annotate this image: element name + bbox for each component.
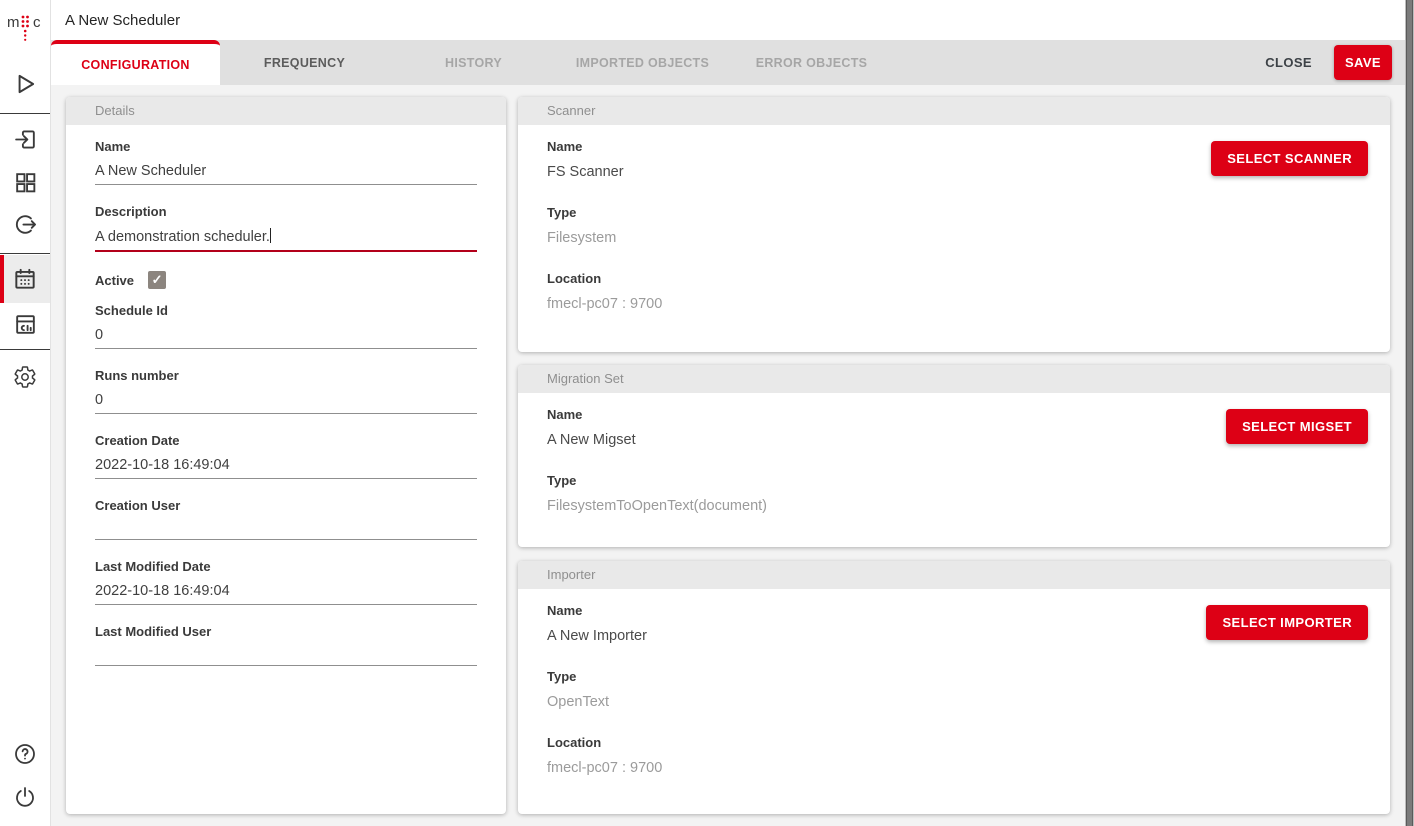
- logo-letter-c: c: [33, 14, 41, 31]
- creation-user-input[interactable]: [95, 522, 477, 540]
- field-label: Description: [95, 204, 477, 219]
- logout-icon: [13, 212, 38, 237]
- field-label: Active: [95, 273, 134, 288]
- field-label: Type: [547, 205, 1361, 220]
- importer-location-value: fmecl-pc07 : 9700: [547, 760, 1361, 777]
- scanner-card: Scanner SELECT SCANNER Name FS Scanner T…: [518, 97, 1390, 352]
- field-label: Type: [547, 669, 1361, 684]
- login-icon: [13, 127, 38, 152]
- name-field: Name A New Scheduler: [95, 139, 477, 185]
- top-bar: A New Scheduler: [51, 0, 1405, 40]
- scanner-type-field: Type Filesystem: [547, 205, 1361, 247]
- power-icon: [13, 785, 37, 809]
- close-button[interactable]: CLOSE: [1265, 55, 1312, 70]
- apps-grid-icon: [13, 170, 38, 195]
- migset-type-value: FilesystemToOpenText(document): [547, 498, 1361, 515]
- field-label: Last Modified Date: [95, 559, 477, 574]
- tab-bar: CONFIGURATION FREQUENCY HISTORY IMPORTED…: [51, 40, 1405, 85]
- active-checkbox[interactable]: [148, 271, 166, 289]
- schedule-id-field: Schedule Id 0: [95, 303, 477, 349]
- importer-card: Importer SELECT IMPORTER Name A New Impo…: [518, 561, 1390, 814]
- field-label: Runs number: [95, 368, 477, 383]
- sidebar-item-reports[interactable]: [0, 300, 50, 348]
- tab-spacer: [896, 40, 1265, 85]
- text-caret: [270, 228, 271, 243]
- importer-location-field: Location fmecl-pc07 : 9700: [547, 735, 1361, 777]
- field-label: Type: [547, 473, 1361, 488]
- runs-number-input[interactable]: 0: [95, 392, 477, 414]
- tab-configuration[interactable]: CONFIGURATION: [51, 40, 220, 85]
- field-label: Location: [547, 735, 1361, 750]
- sidebar-item-schedulers[interactable]: [0, 255, 50, 303]
- calendar-icon: [12, 266, 38, 292]
- field-label: Creation Date: [95, 433, 477, 448]
- active-field: Active: [95, 271, 477, 289]
- runs-number-field: Runs number 0: [95, 368, 477, 414]
- scrollbar-thumb[interactable]: [1406, 0, 1413, 826]
- scanner-location-field: Location fmecl-pc07 : 9700: [547, 271, 1361, 313]
- gear-icon: [13, 365, 37, 389]
- description-input[interactable]: A demonstration scheduler.: [95, 228, 477, 252]
- sidebar-item-power[interactable]: [0, 773, 50, 821]
- sidebar-item-settings[interactable]: [0, 353, 50, 401]
- name-input[interactable]: A New Scheduler: [95, 163, 477, 185]
- tab-error-objects[interactable]: ERROR OBJECTS: [727, 40, 896, 85]
- importer-type-value: OpenText: [547, 694, 1361, 711]
- last-modified-date-field: Last Modified Date 2022-10-18 16:49:04: [95, 559, 477, 605]
- details-card-header: Details: [66, 97, 506, 125]
- migset-type-field: Type FilesystemToOpenText(document): [547, 473, 1361, 515]
- creation-date-field: Creation Date 2022-10-18 16:49:04: [95, 433, 477, 479]
- select-scanner-button[interactable]: SELECT SCANNER: [1211, 141, 1368, 176]
- field-label: Creation User: [95, 498, 477, 513]
- sidebar-item-importers[interactable]: [0, 200, 50, 248]
- field-label: Schedule Id: [95, 303, 477, 318]
- sidebar-item-run[interactable]: [0, 60, 50, 108]
- last-modified-user-field: Last Modified User: [95, 624, 477, 666]
- help-icon: [13, 742, 37, 766]
- scanner-card-header: Scanner: [518, 97, 1390, 125]
- creation-date-input[interactable]: 2022-10-18 16:49:04: [95, 457, 477, 479]
- page-title: A New Scheduler: [65, 12, 180, 29]
- select-importer-button[interactable]: SELECT IMPORTER: [1206, 605, 1368, 640]
- field-label: Name: [95, 139, 477, 154]
- migration-set-card-header: Migration Set: [518, 365, 1390, 393]
- sidebar: m c: [0, 0, 51, 826]
- tab-imported-objects[interactable]: IMPORTED OBJECTS: [558, 40, 727, 85]
- scrollbar[interactable]: [1405, 0, 1414, 826]
- importer-card-header: Importer: [518, 561, 1390, 589]
- content-area: Details Name A New Scheduler Description…: [51, 85, 1405, 826]
- logo-letter-m: m: [7, 14, 20, 31]
- logo-icon: m c: [3, 6, 47, 46]
- scanner-type-value: Filesystem: [547, 230, 1361, 247]
- field-label: Last Modified User: [95, 624, 477, 639]
- importer-type-field: Type OpenText: [547, 669, 1361, 711]
- play-icon: [12, 71, 38, 97]
- creation-user-field: Creation User: [95, 498, 477, 540]
- sidebar-item-migsets[interactable]: [0, 158, 50, 206]
- last-modified-date-input[interactable]: 2022-10-18 16:49:04: [95, 583, 477, 605]
- save-button[interactable]: SAVE: [1334, 45, 1392, 80]
- sidebar-divider: [0, 253, 50, 254]
- details-card: Details Name A New Scheduler Description…: [66, 97, 506, 814]
- schedule-id-input[interactable]: 0: [95, 327, 477, 349]
- app-window: m c: [0, 0, 1414, 826]
- sidebar-item-scanners[interactable]: [0, 115, 50, 163]
- field-label: Location: [547, 271, 1361, 286]
- select-migset-button[interactable]: SELECT MIGSET: [1226, 409, 1368, 444]
- description-field: Description A demonstration scheduler.: [95, 204, 477, 252]
- sidebar-divider: [0, 349, 50, 350]
- last-modified-user-input[interactable]: [95, 648, 477, 666]
- scanner-location-value: fmecl-pc07 : 9700: [547, 296, 1361, 313]
- tab-frequency[interactable]: FREQUENCY: [220, 40, 389, 85]
- tab-history[interactable]: HISTORY: [389, 40, 558, 85]
- migration-set-card: Migration Set SELECT MIGSET Name A New M…: [518, 365, 1390, 547]
- sidebar-divider: [0, 113, 50, 114]
- report-icon: [13, 312, 38, 337]
- sidebar-item-help[interactable]: [0, 730, 50, 778]
- app-logo: m c: [3, 6, 47, 46]
